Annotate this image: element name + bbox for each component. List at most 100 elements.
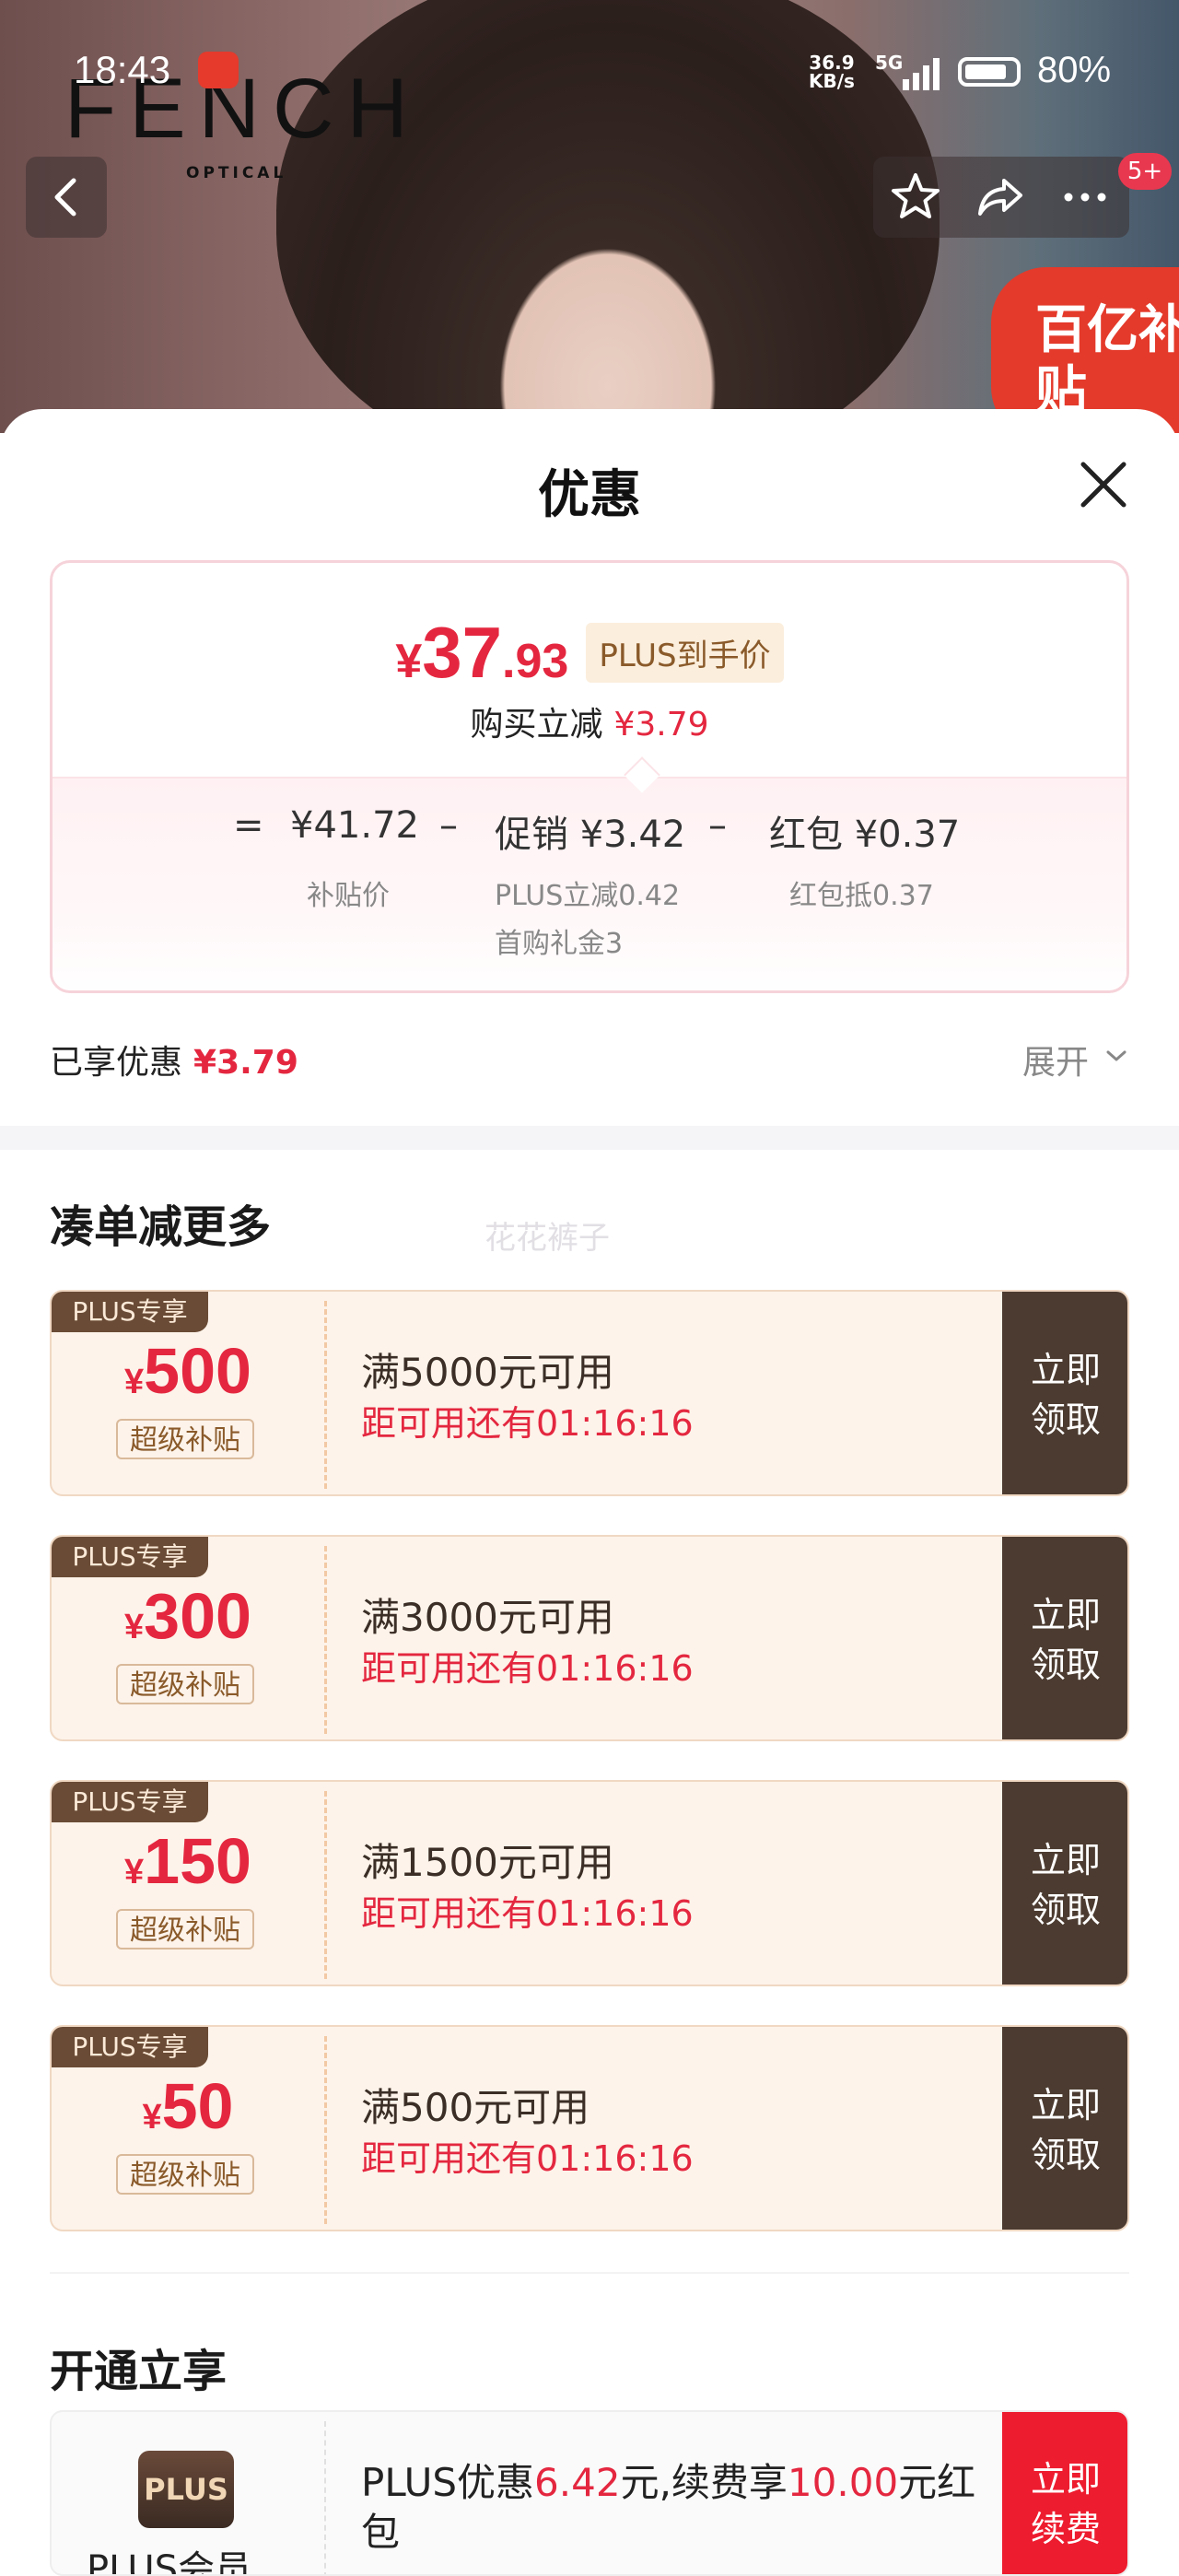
super-subsidy-tag: 超级补贴 — [116, 2154, 254, 2195]
claim-button[interactable]: 立即 领取 — [1002, 1782, 1127, 1985]
plus-exclusive-tag: PLUS专享 — [52, 1292, 208, 1332]
promo-amount: 促销 ¥3.42 — [495, 814, 686, 856]
coupon-countdown: 距可用还有01:16:16 — [361, 1403, 694, 1444]
renew-button[interactable]: 立即 续费 — [1002, 2412, 1127, 2574]
super-subsidy-tag: 超级补贴 — [116, 1909, 254, 1950]
subsidy-badge: 百亿补贴 — [991, 267, 1179, 433]
plus-price-tag: PLUS到手价 — [586, 623, 784, 683]
top-toolbar — [873, 157, 1129, 238]
chevron-left-icon — [54, 178, 76, 217]
status-time: 18:43 — [74, 48, 171, 91]
more-icon[interactable] — [1057, 170, 1113, 225]
coupon-perforation — [324, 2036, 327, 2224]
coupon-value: 150 — [144, 1825, 251, 1897]
equals-sign: = — [233, 804, 264, 847]
back-button[interactable] — [26, 157, 107, 238]
plus-exclusive-tag: PLUS专享 — [52, 1537, 208, 1577]
enjoyed-value: ¥3.79 — [193, 1044, 298, 1082]
coupon-countdown: 距可用还有01:16:16 — [361, 1648, 694, 1689]
expand-toggle[interactable]: 展开 — [1022, 1036, 1089, 1083]
coupon-currency: ¥ — [124, 1608, 145, 1646]
promo-detail-gift: 首购礼金3 — [495, 928, 624, 960]
price-card: ¥37.93 PLUS到手价 购买立减 ¥3.79 = ¥41.72 补贴价 – … — [50, 560, 1129, 993]
coupon-condition: 满3000元可用 — [361, 1595, 614, 1640]
minus-sign: – — [439, 804, 458, 847]
reduce-label: 购买立减 — [470, 706, 603, 744]
sheet-title: 优惠 — [538, 465, 641, 525]
coupon-condition: 满5000元可用 — [361, 1350, 614, 1395]
notification-badge: 5+ — [1118, 153, 1172, 190]
coupon-value: 50 — [161, 2070, 234, 2142]
claim-button[interactable]: 立即 领取 — [1002, 2027, 1127, 2230]
close-icon[interactable] — [1076, 457, 1131, 512]
coupon-amount: ¥500 — [52, 1334, 324, 1408]
coupon-countdown: 距可用还有01:16:16 — [361, 1893, 694, 1934]
claim-button-line1: 立即 — [1030, 1595, 1101, 1635]
coupon-card: PLUS专享 ¥50 超级补贴 满500元可用 距可用还有01:16:16 立即… — [50, 2025, 1129, 2231]
reduce-value: ¥3.79 — [613, 706, 709, 744]
plus-member-label: PLUS会员 — [87, 2548, 252, 2576]
battery-percent: 80% — [1037, 50, 1112, 90]
section-separator — [50, 2272, 1129, 2274]
renew-button-line2: 续费 — [1030, 2509, 1101, 2549]
coupon-currency: ¥ — [124, 1853, 145, 1891]
final-price-row: ¥37.93 PLUS到手价 — [53, 611, 1126, 695]
renew-redpacket-value: 10.00 — [787, 2460, 899, 2505]
coupon-condition: 满1500元可用 — [361, 1840, 614, 1885]
chevron-down-icon[interactable] — [1105, 1047, 1127, 1065]
signal-icon — [903, 58, 940, 90]
coupon-amount: ¥300 — [52, 1579, 324, 1653]
plus-logo: PLUS — [138, 2451, 234, 2528]
coupon-currency: ¥ — [124, 1363, 145, 1401]
redpacket-amount: 红包 ¥0.37 — [769, 814, 961, 856]
super-subsidy-tag: 超级补贴 — [116, 1664, 254, 1704]
coupon-value: 500 — [144, 1335, 251, 1407]
discount-sheet: 优惠 ¥37.93 PLUS到手价 购买立减 ¥3.79 = ¥41.72 补贴价… — [0, 409, 1179, 2576]
redpacket-detail: 红包抵0.37 — [789, 880, 934, 912]
plus-text-c: 元,续费享 — [620, 2460, 788, 2505]
reduce-row: 购买立减 ¥3.79 — [53, 697, 1126, 745]
coupon-card: PLUS专享 ¥500 超级补贴 满5000元可用 距可用还有01:16:16 … — [50, 1290, 1129, 1496]
enjoyed-discount: 已享优惠 ¥3.79 — [50, 1036, 298, 1083]
super-subsidy-tag: 超级补贴 — [116, 1419, 254, 1459]
share-icon[interactable] — [973, 170, 1028, 225]
promo-detail-plus: PLUS立减0.42 — [495, 880, 681, 912]
star-icon[interactable] — [888, 170, 943, 225]
claim-button-line2: 领取 — [1030, 2135, 1101, 2175]
battery-icon — [958, 57, 1021, 87]
claim-button[interactable]: 立即 领取 — [1002, 1292, 1127, 1494]
final-price-decimal: .93 — [502, 635, 569, 688]
coupon-card: PLUS专享 ¥150 超级补贴 满1500元可用 距可用还有01:16:16 … — [50, 1780, 1129, 1986]
app-notification-icon — [198, 52, 239, 88]
coupon-amount: ¥150 — [52, 1824, 324, 1898]
coupon-value: 300 — [144, 1580, 251, 1652]
card-perforation — [324, 2421, 326, 2574]
subsidy-price-label: 补贴价 — [307, 880, 390, 912]
plus-renew-card: PLUS PLUS会员 PLUS优惠6.42元,续费享10.00元红包 立即续费 — [50, 2410, 1129, 2576]
plus-exclusive-tag: PLUS专享 — [52, 1782, 208, 1822]
final-price-currency: ¥ — [395, 635, 423, 688]
open-plus-title: 开通立享 — [50, 2346, 228, 2397]
claim-button-line2: 领取 — [1030, 1645, 1101, 1685]
section-divider — [0, 1126, 1179, 1150]
coupon-countdown: 距可用还有01:16:16 — [361, 2138, 694, 2179]
plus-text-a: PLUS优惠 — [361, 2460, 535, 2505]
plus-exclusive-tag: PLUS专享 — [52, 2027, 208, 2067]
coupon-condition: 满500元可用 — [361, 2085, 590, 2130]
coupon-perforation — [324, 1546, 327, 1734]
claim-button-line1: 立即 — [1030, 1840, 1101, 1880]
coupon-perforation — [324, 1301, 327, 1489]
claim-button-line2: 领取 — [1030, 1890, 1101, 1930]
coupon-perforation — [324, 1791, 327, 1979]
coupon-currency: ¥ — [142, 2098, 162, 2137]
plus-saving-value: 6.42 — [534, 2460, 621, 2505]
final-price: ¥37.93 — [395, 611, 568, 695]
renew-button-line1: 立即 — [1030, 2459, 1101, 2500]
minus-sign: – — [708, 804, 727, 847]
enjoyed-label: 已享优惠 — [50, 1044, 183, 1082]
brand-logo-subtext: OPTICAL — [186, 164, 287, 182]
claim-button[interactable]: 立即 领取 — [1002, 1537, 1127, 1739]
plus-renew-text: PLUS优惠6.42元,续费享10.00元红包 — [361, 2458, 1006, 2558]
watermark-text: 花花裤子 — [484, 1220, 610, 1257]
final-price-integer: 37 — [422, 612, 503, 693]
